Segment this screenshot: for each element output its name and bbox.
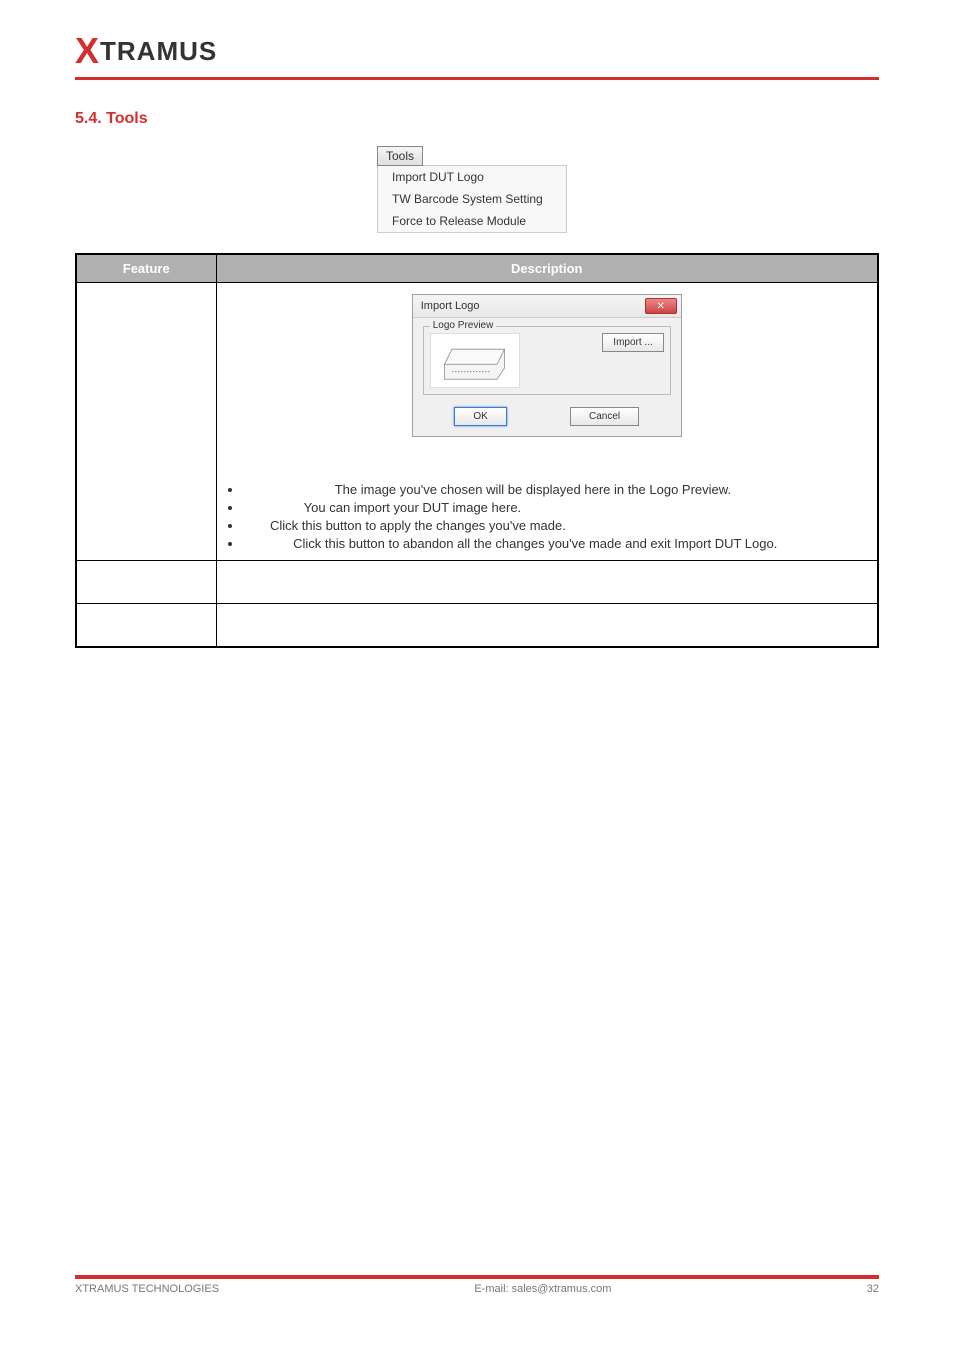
tools-feature-table: Feature Description Import DUT Logo Impo… <box>75 253 879 648</box>
footer-email: E-mail: sales@xtramus.com <box>474 1283 611 1295</box>
dialog-title: Import Logo <box>421 300 480 312</box>
page-footer: XTRAMUS TECHNOLOGIES E-mail: sales@xtram… <box>75 1275 879 1295</box>
list-item: Import…: You can import your DUT image h… <box>243 500 870 515</box>
feature-label: TW Barcode System Setting <box>85 567 179 597</box>
row-description: You can import an image of your DUT via … <box>225 447 870 477</box>
feature-label: Force to Release Module <box>85 610 189 640</box>
table-row: TW Barcode System Setting This function … <box>76 561 878 604</box>
row-description: This function is specific for TW custome… <box>225 567 488 582</box>
dialog-titlebar: Import Logo ✕ <box>413 295 681 318</box>
table-row: Force to Release Module When it is succe… <box>76 604 878 648</box>
ok-button[interactable]: OK <box>454 407 506 426</box>
footer-company: XTRAMUS TECHNOLOGIES <box>75 1283 219 1295</box>
tools-menu-item[interactable]: Force to Release Module <box>378 210 566 232</box>
logo-preview-image <box>430 333 520 388</box>
import-button[interactable]: Import ... <box>602 333 663 352</box>
row-description: When it is successfully done this functi… <box>225 610 764 625</box>
table-header-feature: Feature <box>76 254 216 283</box>
table-row: Import DUT Logo Import Logo ✕ Logo Previ… <box>76 283 878 561</box>
tools-menu-item[interactable]: Import DUT Logo <box>378 166 566 188</box>
header-divider <box>75 77 879 80</box>
logo-header: XTRAMUS <box>75 30 879 72</box>
logo-text: TRAMUS <box>100 36 217 67</box>
feature-label: Import DUT Logo <box>85 289 191 304</box>
close-icon[interactable]: ✕ <box>645 298 677 314</box>
list-item: OK: Click this button to apply the chang… <box>243 518 870 533</box>
footer-page-number: 32 <box>867 1283 879 1295</box>
tools-menu-item[interactable]: TW Barcode System Setting <box>378 188 566 210</box>
logo-x: X <box>75 30 100 72</box>
tools-dropdown: Import DUT Logo TW Barcode System Settin… <box>377 165 567 233</box>
tools-menu-button[interactable]: Tools <box>377 146 423 166</box>
section-title: 5.4. Tools <box>75 110 879 128</box>
logo-preview-label: Logo Preview <box>430 320 497 331</box>
list-item: Cancel: Click this button to abandon all… <box>243 536 870 551</box>
import-logo-dialog: Import Logo ✕ Logo Preview <box>412 294 682 437</box>
logo-preview-group: Logo Preview Imp <box>423 326 671 395</box>
cancel-button[interactable]: Cancel <box>570 407 639 426</box>
table-header-description: Description <box>216 254 878 283</box>
footer-divider <box>75 1275 879 1279</box>
bullet-list: Logo Preview: The image you've chosen wi… <box>243 482 870 551</box>
tools-menu-screenshot: Tools Import DUT Logo TW Barcode System … <box>377 146 577 233</box>
list-item: Logo Preview: The image you've chosen wi… <box>243 482 870 497</box>
